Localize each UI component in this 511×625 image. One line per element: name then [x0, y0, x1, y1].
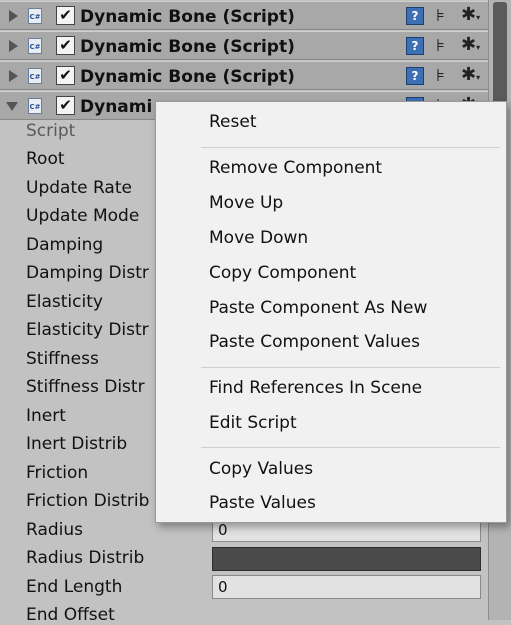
menu-item-find-references[interactable]: Find References In Scene [209, 378, 422, 398]
menu-item-move-up[interactable]: Move Up [209, 193, 283, 213]
prop-radius-distrib-label: Radius Distrib [26, 548, 145, 568]
menu-item-copy-component[interactable]: Copy Component [209, 263, 356, 283]
menu-item-reset[interactable]: Reset [209, 112, 257, 132]
prop-update-rate-label: Update Rate [26, 178, 132, 198]
prop-script-label: Script [26, 121, 76, 141]
menu-separator [201, 447, 500, 448]
gear-glyph: ✱ [461, 34, 477, 55]
prop-elasticity-label: Elasticity [26, 292, 103, 312]
prop-update-mode-label: Update Mode [26, 206, 140, 226]
menu-item-paste-component-values[interactable]: Paste Component Values [209, 332, 420, 352]
foldout-arrow-icon[interactable] [9, 70, 18, 82]
presets-icon[interactable]: ⊧ [436, 6, 445, 26]
menu-item-paste-values[interactable]: Paste Values [209, 493, 316, 513]
help-book-icon[interactable]: ? [406, 67, 424, 85]
help-book-icon[interactable]: ? [406, 37, 424, 55]
enabled-checkbox[interactable]: ✔ [56, 6, 75, 25]
presets-icon[interactable]: ⊧ [436, 66, 445, 86]
component-context-menu: Reset Remove Component Move Up Move Down… [155, 101, 507, 523]
enabled-checkbox[interactable]: ✔ [56, 96, 75, 115]
prop-damping-distrib-label: Damping Distr [26, 263, 149, 283]
prop-stiffness-distrib-label: Stiffness Distr [26, 377, 145, 397]
cs-script-icon: C# [28, 68, 42, 84]
enabled-checkbox[interactable]: ✔ [56, 36, 75, 55]
component-header[interactable]: C# ✔ Dynamic Bone (Script) ? ⊧ ✱▾ [0, 61, 489, 90]
component-title: Dynamic Bone (Script) [80, 67, 295, 87]
component-title: Dynami [80, 97, 153, 117]
prop-damping-label: Damping [26, 235, 104, 255]
menu-item-move-down[interactable]: Move Down [209, 228, 308, 248]
component-header[interactable]: C# ✔ Dynamic Bone (Script) ? ⊧ ✱▾ [0, 31, 489, 60]
menu-item-copy-values[interactable]: Copy Values [209, 459, 313, 479]
enabled-checkbox[interactable]: ✔ [56, 66, 75, 85]
foldout-arrow-icon[interactable] [9, 40, 18, 52]
cs-script-icon: C# [28, 38, 42, 54]
prop-root-label: Root [26, 149, 65, 169]
gear-icon[interactable]: ✱▾ [461, 64, 480, 85]
component-title: Dynamic Bone (Script) [80, 7, 295, 27]
gear-icon[interactable]: ✱▾ [461, 4, 480, 25]
prop-friction-label: Friction [26, 463, 89, 483]
component-header[interactable]: C# ✔ Dynamic Bone (Script) ? ⊧ ✱▾ [0, 1, 489, 30]
presets-icon[interactable]: ⊧ [436, 36, 445, 56]
gear-glyph: ✱ [461, 4, 477, 25]
prop-end-offset-label: End Offset [26, 605, 115, 625]
prop-end-length-label: End Length [26, 577, 123, 597]
cs-script-icon: C# [28, 98, 42, 114]
component-title: Dynamic Bone (Script) [80, 37, 295, 57]
menu-separator [201, 367, 500, 368]
prop-stiffness-label: Stiffness [26, 349, 99, 369]
cs-script-icon: C# [28, 8, 42, 24]
prop-elasticity-distrib-label: Elasticity Distr [26, 320, 149, 340]
gear-icon[interactable]: ✱▾ [461, 34, 480, 55]
prop-inert-label: Inert [26, 406, 66, 426]
menu-item-edit-script[interactable]: Edit Script [209, 413, 297, 433]
menu-item-paste-component-as-new[interactable]: Paste Component As New [209, 298, 427, 318]
prop-friction-distrib-label: Friction Distrib [26, 491, 150, 511]
gear-glyph: ✱ [461, 64, 477, 85]
prop-inert-distrib-label: Inert Distrib [26, 434, 128, 454]
menu-separator [201, 147, 500, 148]
prop-radius-label: Radius [26, 520, 84, 540]
end-length-field[interactable]: 0 [212, 575, 481, 599]
foldout-arrow-icon[interactable] [6, 102, 18, 111]
help-book-icon[interactable]: ? [406, 7, 424, 25]
menu-item-remove-component[interactable]: Remove Component [209, 158, 382, 178]
foldout-arrow-icon[interactable] [9, 10, 18, 22]
radius-distrib-curve-field[interactable] [212, 547, 481, 571]
